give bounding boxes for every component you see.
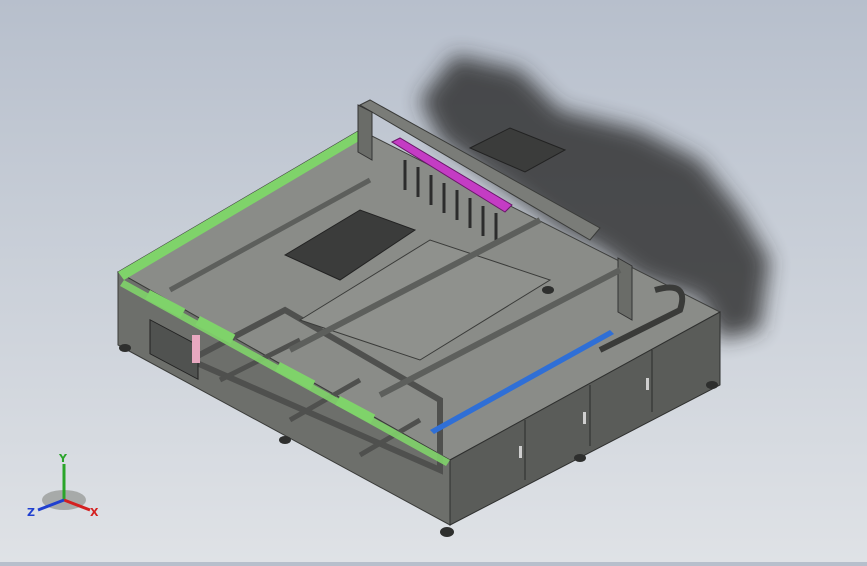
- cabinet-handle[interactable]: [583, 412, 586, 424]
- cad-viewport[interactable]: [0, 0, 867, 562]
- cabinet-handle[interactable]: [519, 446, 522, 458]
- x-axis-label: X: [90, 506, 99, 519]
- assembly-model[interactable]: [0, 0, 867, 562]
- y-axis-label: Y: [58, 452, 68, 465]
- cabinet-handle[interactable]: [646, 378, 649, 390]
- connector-plate: [192, 335, 200, 363]
- gantry-column: [617, 257, 633, 321]
- axis-triad: Y X Z: [27, 452, 99, 519]
- gantry-column: [357, 104, 373, 161]
- z-axis-label: Z: [27, 506, 35, 519]
